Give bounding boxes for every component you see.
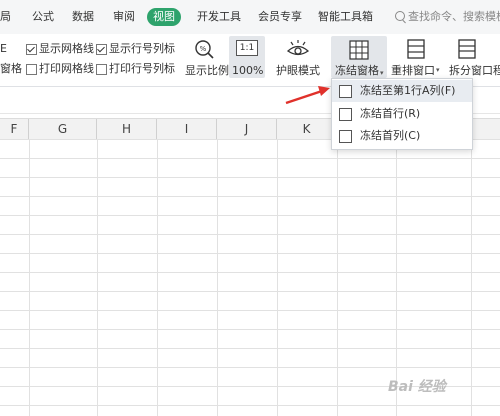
eye-mode-label: 护眼模式 (276, 64, 320, 77)
headings-label: 显示行号列标 (109, 42, 175, 55)
search-label: 查找命令、搜索模板 (408, 10, 500, 23)
tab-member[interactable]: 会员专享 (258, 9, 302, 25)
menu-tab-bar: 局 公式 数据 审阅 视图 开发工具 会员专享 智能工具箱 查找命令、搜索模板 (0, 0, 500, 34)
annotation-arrow-icon (285, 86, 330, 105)
grid-column-line (396, 139, 397, 416)
column-header-k[interactable]: K (277, 119, 337, 139)
freeze-panes-icon (349, 40, 369, 60)
tab-smart-toolbox[interactable]: 智能工具箱 (318, 9, 373, 25)
tab-view[interactable]: 视图 (147, 8, 181, 26)
column-header-h[interactable]: H (97, 119, 157, 139)
print-headings-checkbox[interactable] (96, 64, 107, 75)
print-gridlines-checkbox[interactable] (26, 64, 37, 75)
ribbon-partial-label-top: E (0, 42, 7, 55)
grid-column-line (471, 139, 472, 416)
freeze-to-row1-cola-label: 冻结至第1行A列(F) (360, 84, 456, 97)
tab-review[interactable]: 审阅 (113, 9, 135, 25)
freeze-row-col-icon (339, 85, 352, 98)
svg-text:%: % (200, 45, 207, 53)
grid-column-line (97, 139, 98, 416)
freeze-first-column-icon (339, 130, 352, 143)
freeze-panes-button[interactable]: 冻结窗格 ▾ (331, 36, 387, 78)
print-gridlines-label: 打印网格线 (39, 62, 94, 75)
grid-column-line (277, 139, 278, 416)
grid-column-line (29, 139, 30, 416)
zoom-ratio-label: 显示比例 (185, 64, 229, 77)
baidu-watermark: Bai 经验 (388, 379, 446, 395)
spreadsheet-grid[interactable] (0, 139, 500, 416)
freeze-first-row-label: 冻结首行(R) (360, 107, 421, 120)
freeze-first-row-icon (339, 108, 352, 121)
rearrange-windows-label: 重排窗口 (391, 64, 435, 77)
gridlines-label: 显示网格线 (39, 42, 94, 55)
tab-layout-partial[interactable]: 局 (0, 9, 11, 25)
rearrange-windows-icon (407, 39, 425, 59)
zoom-one-to-one-icon: 1:1 (236, 40, 258, 56)
gridlines-checkbox[interactable] (26, 44, 37, 55)
zoom-100-label: 100% (232, 64, 264, 77)
column-header-f[interactable]: F (0, 119, 29, 139)
grid-column-line (157, 139, 158, 416)
eye-icon (286, 40, 310, 56)
split-window-label: 拆分窗口 (449, 64, 493, 77)
grid-column-line (217, 139, 218, 416)
ribbon-partial-label-right: 程 (493, 64, 500, 77)
freeze-to-row1-cola-item[interactable]: 冻结至第1行A列(F) (332, 80, 472, 102)
ribbon-partial-label-bottom: 窗格 (0, 62, 22, 75)
split-window-icon (458, 39, 476, 59)
zoom-100-button[interactable]: 1:1 100% (229, 36, 265, 78)
column-header-g[interactable]: G (29, 119, 97, 139)
print-headings-label: 打印行号列标 (109, 62, 175, 75)
rearrange-dropdown-icon: ▾ (436, 66, 440, 74)
freeze-first-row-item[interactable]: 冻结首行(R) (332, 103, 472, 125)
command-search[interactable]: 查找命令、搜索模板 (395, 9, 500, 25)
tab-data[interactable]: 数据 (72, 9, 94, 25)
column-header-j[interactable]: J (217, 119, 277, 139)
search-icon (395, 11, 405, 21)
zoom-magnifier-icon: % (195, 40, 214, 59)
freeze-first-column-label: 冻结首列(C) (360, 129, 421, 142)
headings-checkbox[interactable] (96, 44, 107, 55)
freeze-first-column-item[interactable]: 冻结首列(C) (332, 125, 472, 147)
grid-column-line (337, 139, 338, 416)
freeze-dropdown-icon: ▾ (380, 69, 384, 77)
freeze-panes-menu: 冻结至第1行A列(F) 冻结首行(R) 冻结首列(C) (331, 78, 473, 150)
tab-developer[interactable]: 开发工具 (197, 9, 241, 25)
freeze-panes-label: 冻结窗格 (335, 64, 379, 77)
tab-formulas[interactable]: 公式 (32, 9, 54, 25)
column-header-i[interactable]: I (157, 119, 217, 139)
